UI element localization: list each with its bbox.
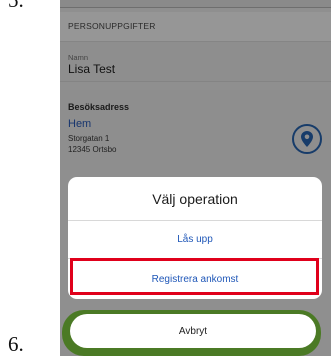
name-value: Lisa Test xyxy=(68,62,116,76)
name-card: Namn Lisa Test xyxy=(60,42,331,82)
address-title: Besöksadress xyxy=(68,102,130,112)
action-sheet-title: Välj operation xyxy=(68,177,322,221)
name-label: Namn xyxy=(68,53,89,62)
location-pin-icon xyxy=(301,131,313,147)
address-card: Besöksadress Hem Storgatan 1 12345 Ortsb… xyxy=(60,90,331,170)
highlight-box xyxy=(70,258,319,295)
section-header: PERSONUPPGIFTER xyxy=(60,12,331,42)
phone-screen: PERSONUPPGIFTER Namn Lisa Test Besöksadr… xyxy=(60,0,331,356)
top-bar xyxy=(60,0,331,8)
address-name[interactable]: Hem xyxy=(68,118,91,130)
address-street: Storgatan 1 xyxy=(68,134,110,143)
step-number-5: 5. xyxy=(8,0,24,12)
location-pin-button[interactable] xyxy=(292,124,322,154)
step-number-6: 6. xyxy=(8,332,24,356)
cancel-button[interactable]: Avbryt xyxy=(70,314,316,348)
unlock-option[interactable]: Lås upp xyxy=(68,221,322,259)
section-header-label: PERSONUPPGIFTER xyxy=(68,21,156,31)
address-postal: 12345 Ortsbo xyxy=(68,145,117,154)
